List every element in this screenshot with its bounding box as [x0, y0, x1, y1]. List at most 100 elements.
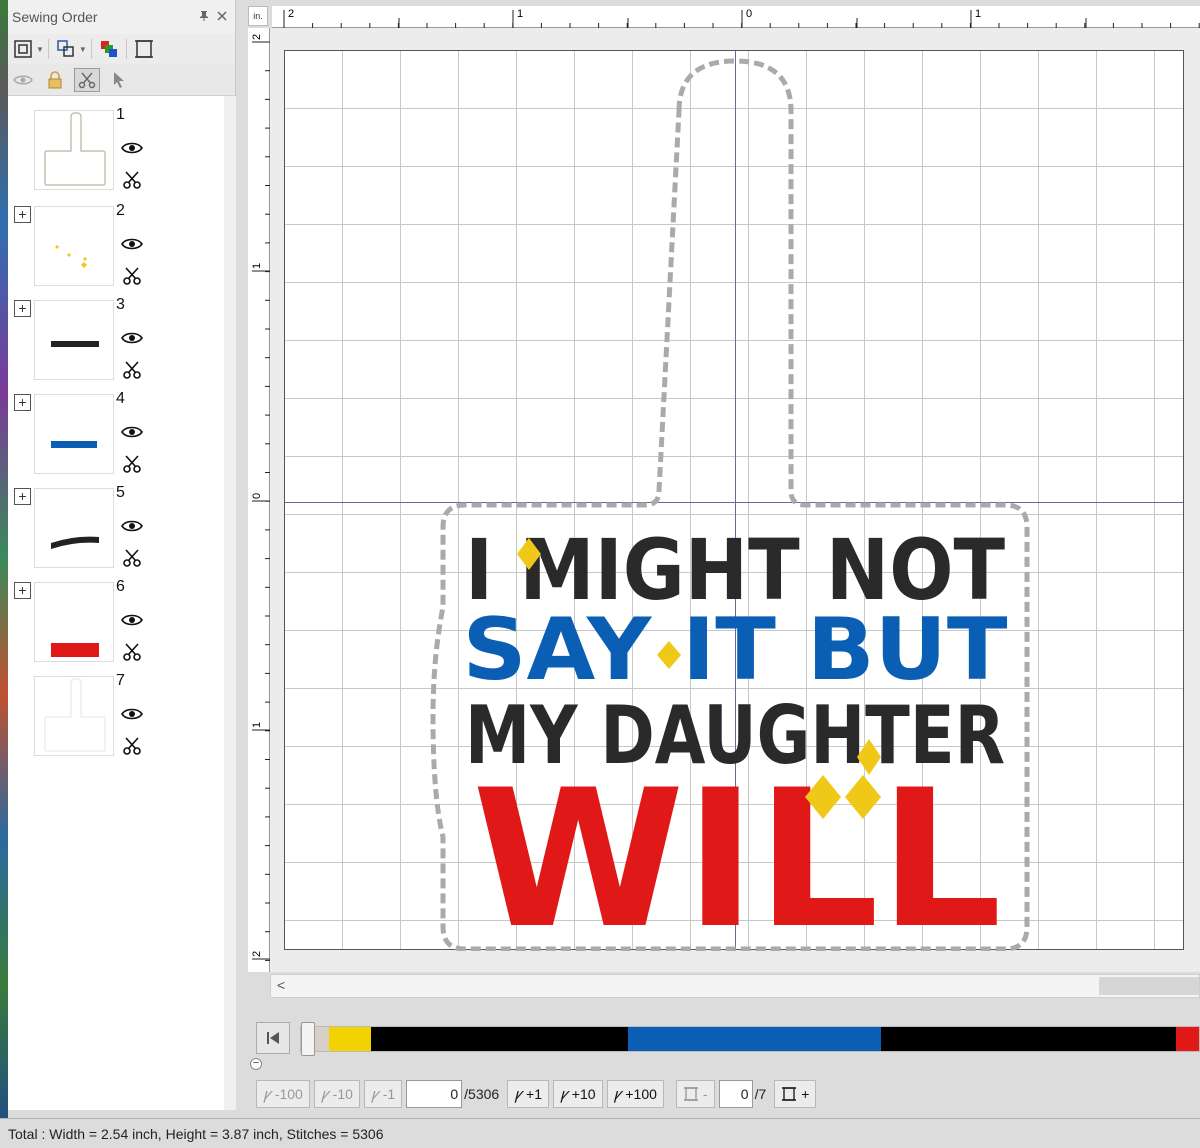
item-number: 6 — [116, 578, 125, 595]
eye-icon[interactable] — [121, 612, 143, 628]
status-bar: Total : Width = 2.54 inch, Height = 3.87… — [0, 1118, 1200, 1148]
list-item[interactable]: + 3 — [8, 296, 224, 394]
go-to-start-button[interactable] — [256, 1022, 290, 1054]
expand-icon[interactable]: + — [14, 582, 31, 599]
scissors-icon[interactable] — [122, 170, 142, 190]
cursor-icon[interactable] — [106, 68, 132, 92]
stitch-slider[interactable] — [300, 1022, 1200, 1056]
list-item[interactable]: 1 — [8, 106, 224, 204]
needle-icon: ꝩ — [613, 1086, 622, 1103]
scissors-icon[interactable] — [122, 548, 142, 568]
scissors-icon[interactable] — [122, 266, 142, 286]
thumbnail-black-text-curved — [34, 488, 114, 568]
frame-icon[interactable] — [131, 37, 157, 61]
ruler-unit[interactable]: in. — [248, 6, 268, 26]
design-workspace[interactable]: I MIGHT NOT SAY IT BUT MY DAUGHTER WILL — [270, 28, 1200, 972]
design-canvas[interactable]: I MIGHT NOT SAY IT BUT MY DAUGHTER WILL — [284, 50, 1185, 951]
group-icon[interactable] — [53, 37, 79, 61]
list-item[interactable]: + 5 — [8, 484, 224, 582]
scissors-icon[interactable] — [122, 642, 142, 662]
needle-icon: ꝩ — [514, 1086, 523, 1103]
chevron-down-icon[interactable]: ▼ — [36, 45, 44, 54]
eye-icon[interactable] — [10, 68, 36, 92]
item-number: 2 — [116, 202, 125, 219]
design-text-line4: WILL — [472, 749, 1002, 951]
ruler-label: 1 — [251, 263, 263, 269]
item-number: 7 — [116, 672, 125, 689]
item-number: 4 — [116, 390, 125, 407]
design-text-line2: SAY IT BUT — [463, 600, 1008, 700]
list-item[interactable]: + 4 — [8, 390, 224, 488]
toolbar-divider — [90, 39, 92, 59]
color-segment — [881, 1027, 1176, 1051]
expand-icon[interactable]: + — [14, 206, 31, 223]
list-item[interactable]: + 6 — [8, 578, 224, 676]
ruler-label: 2 — [288, 8, 294, 20]
eye-icon[interactable] — [121, 424, 143, 440]
eye-icon[interactable] — [121, 236, 143, 252]
thumbnail-blue-text — [34, 394, 114, 474]
expand-icon[interactable]: + — [14, 300, 31, 317]
status-text: Total : Width = 2.54 inch, Height = 3.87… — [8, 1125, 384, 1142]
color-order-icon[interactable] — [96, 37, 122, 61]
stitch-sequence-bar — [256, 1020, 1200, 1056]
sewing-order-list: 1 + 2 + 3 + 4 + 5 + 6 7 — [8, 96, 224, 1110]
stitch-slider-handle[interactable] — [301, 1022, 315, 1056]
forward-10-button[interactable]: ꝩ +10 — [552, 1080, 603, 1108]
needle-icon: ꝩ — [320, 1086, 329, 1103]
previous-color-button[interactable]: - — [675, 1080, 715, 1108]
color-total: /7 — [754, 1086, 767, 1102]
spool-icon — [683, 1087, 698, 1101]
back-1-button[interactable]: ꝩ -1 — [363, 1080, 403, 1108]
thumbnail-black-text — [34, 300, 114, 380]
lock-icon[interactable] — [42, 68, 68, 92]
thumbnail-red-text — [34, 582, 114, 662]
close-icon[interactable] — [213, 10, 231, 25]
color-number-input[interactable]: 0 — [718, 1080, 753, 1108]
scissors-icon[interactable] — [122, 454, 142, 474]
eye-icon[interactable] — [121, 330, 143, 346]
back-100-button[interactable]: ꝩ -100 — [256, 1080, 310, 1108]
scissors-icon[interactable] — [122, 360, 142, 380]
panel-title-bar: Sewing Order — [8, 0, 235, 34]
forward-100-button[interactable]: ꝩ +100 — [606, 1080, 664, 1108]
scrollbar-thumb[interactable] — [1099, 977, 1199, 995]
chevron-down-icon[interactable]: ▼ — [79, 45, 87, 54]
horizontal-scrollbar[interactable]: < — [270, 974, 1200, 998]
background-window-edge — [0, 0, 8, 1118]
forward-1-button[interactable]: ꝩ +1 — [507, 1080, 549, 1108]
expand-icon[interactable]: + — [14, 394, 31, 411]
zoom-fit-icon[interactable] — [10, 37, 36, 61]
thumbnail-outline — [34, 110, 114, 190]
thumbnail-outline-final — [34, 676, 114, 756]
needle-icon: ꝩ — [559, 1086, 568, 1103]
color-segment — [1176, 1027, 1199, 1051]
panel-title: Sewing Order — [12, 9, 98, 25]
ruler-label: 1 — [975, 8, 981, 20]
eye-icon[interactable] — [121, 518, 143, 534]
thumbnail-yellow-stars — [34, 206, 114, 286]
back-10-button[interactable]: ꝩ -10 — [313, 1080, 360, 1108]
stitch-total: /5306 — [464, 1086, 500, 1102]
list-item[interactable]: + 2 — [8, 202, 224, 300]
needle-icon: ꝩ — [263, 1086, 271, 1103]
pin-icon[interactable] — [195, 10, 213, 25]
stitch-number-input[interactable]: 0 — [406, 1080, 463, 1108]
expand-icon[interactable]: + — [14, 488, 31, 505]
collapse-icon[interactable]: − — [250, 1058, 262, 1070]
sewing-order-panel: Sewing Order ▼ ▼ 1 + 2 + 3 + 4 + 5 + 6 7 — [8, 0, 236, 1110]
next-color-button[interactable]: + — [774, 1080, 817, 1108]
list-item[interactable]: 7 — [8, 672, 224, 770]
chevron-left-icon[interactable]: < — [277, 977, 285, 993]
skip-start-icon — [267, 1032, 279, 1044]
list-scrollbar[interactable] — [224, 96, 236, 1110]
ruler-label: 1 — [517, 8, 523, 20]
spool-icon — [782, 1087, 797, 1101]
eye-icon[interactable] — [121, 140, 143, 156]
scissors-icon[interactable] — [74, 67, 100, 92]
embroidery-design[interactable]: I MIGHT NOT SAY IT BUT MY DAUGHTER WILL — [285, 51, 1185, 951]
color-segment — [371, 1027, 628, 1051]
eye-icon[interactable] — [121, 706, 143, 722]
scissors-icon[interactable] — [122, 736, 142, 756]
item-number: 1 — [116, 106, 125, 123]
